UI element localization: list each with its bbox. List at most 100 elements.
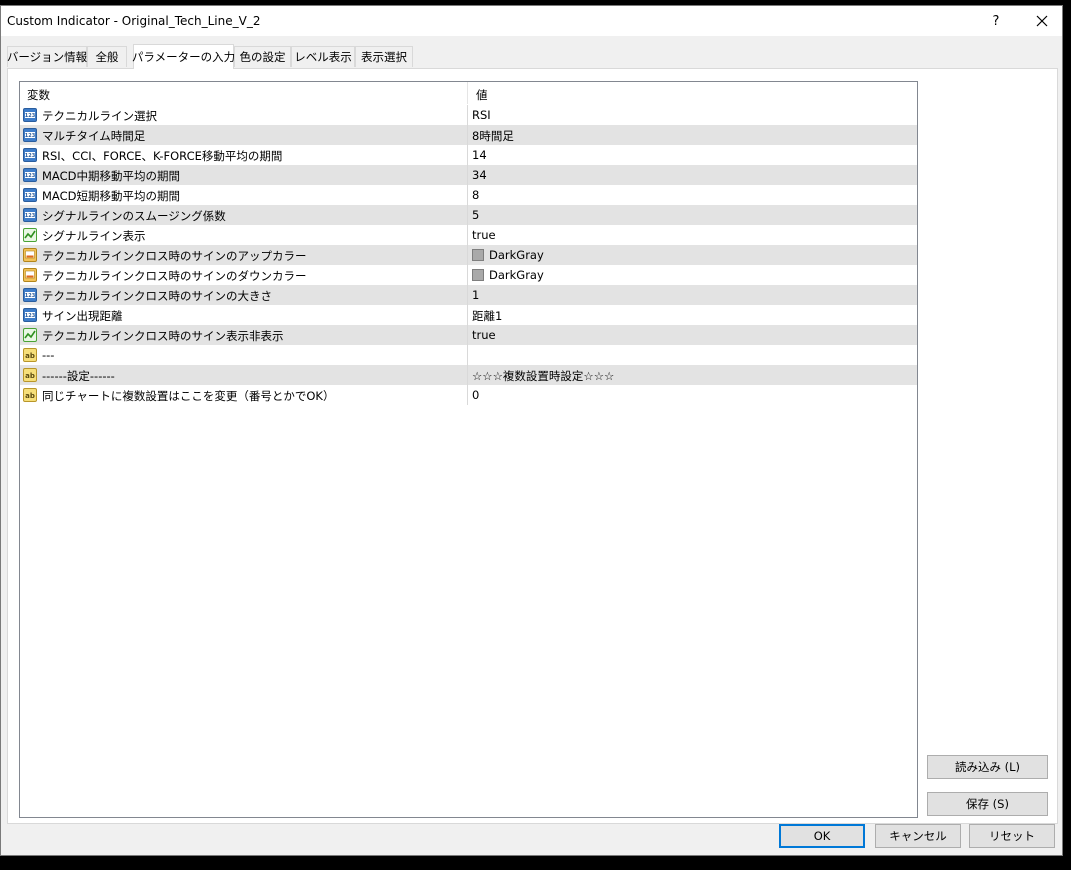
variable-name: マルチタイム時間足 <box>42 129 146 143</box>
custom-indicator-dialog: Custom Indicator - Original_Tech_Line_V_… <box>0 5 1063 856</box>
variable-name: 同じチャートに複数設置はここを変更（番号とかでOK） <box>42 389 335 403</box>
column-header-variable[interactable]: 変数 <box>27 87 50 103</box>
variable-cell[interactable]: 123 サイン出現距離 <box>20 305 468 325</box>
variable-name: MACD短期移動平均の期間 <box>42 189 180 203</box>
table-header: 変数 値 <box>20 82 917 104</box>
parameters-panel: 変数 値 123 テクニカルライン選択 RSI 123 マルチタイム時間足 8時間足 123… <box>7 68 1058 824</box>
variable-name: テクニカルラインクロス時のサインのアップカラー <box>42 249 307 263</box>
variable-cell[interactable]: シグナルライン表示 <box>20 225 468 245</box>
variable-name: サイン出現距離 <box>42 309 123 323</box>
integer-param-icon: 123 <box>23 188 37 202</box>
value-cell[interactable]: true <box>472 328 496 342</box>
variable-name: RSI、CCI、FORCE、K-FORCE移動平均の期間 <box>42 149 283 163</box>
table-row[interactable]: ab ------設定------ ☆☆☆複数設置時設定☆☆☆ <box>20 365 917 385</box>
variable-name: シグナルライン表示 <box>42 229 146 243</box>
tab-general[interactable]: 全般 <box>87 46 127 67</box>
variable-name: テクニカルライン選択 <box>42 109 157 123</box>
string-param-icon: ab <box>23 348 37 362</box>
table-row[interactable]: テクニカルラインクロス時のサインのダウンカラー DarkGray <box>20 265 917 285</box>
value-cell[interactable]: 8時間足 <box>472 128 514 144</box>
variable-cell[interactable]: 123 テクニカルラインクロス時のサインの大きさ <box>20 285 468 305</box>
title-bar: Custom Indicator - Original_Tech_Line_V_… <box>1 6 1062 36</box>
svg-text:123: 123 <box>25 193 36 199</box>
value-cell[interactable]: 34 <box>472 168 487 182</box>
svg-text:123: 123 <box>25 173 36 179</box>
integer-param-icon: 123 <box>23 148 37 162</box>
value-cell[interactable]: 5 <box>472 208 479 222</box>
variable-cell[interactable]: 123 テクニカルライン選択 <box>20 105 468 125</box>
variable-cell[interactable]: ab --- <box>20 345 468 365</box>
svg-text:123: 123 <box>25 113 36 119</box>
variable-cell[interactable]: 123 マルチタイム時間足 <box>20 125 468 145</box>
save-button[interactable]: 保存 (S) <box>927 792 1048 816</box>
variable-cell[interactable]: 123 RSI、CCI、FORCE、K-FORCE移動平均の期間 <box>20 145 468 165</box>
table-row[interactable]: 123 シグナルラインのスムージング係数 5 <box>20 205 917 225</box>
svg-text:123: 123 <box>25 213 36 219</box>
help-button[interactable]: ? <box>973 6 1019 36</box>
tab-version-info[interactable]: バージョン情報 <box>7 46 87 67</box>
value-cell[interactable]: 0 <box>472 388 479 402</box>
variable-name: テクニカルラインクロス時のサイン表示非表示 <box>42 329 284 343</box>
load-button[interactable]: 読み込み (L) <box>927 755 1048 779</box>
column-header-value[interactable]: 値 <box>476 87 488 103</box>
variable-name: MACD中期移動平均の期間 <box>42 169 180 183</box>
color-param-icon <box>23 248 37 262</box>
reset-button[interactable]: リセット <box>969 824 1055 848</box>
column-divider[interactable] <box>467 82 468 104</box>
tab-colors[interactable]: 色の設定 <box>234 46 291 67</box>
value-cell[interactable]: RSI <box>472 108 491 122</box>
string-param-icon: ab <box>23 388 37 402</box>
value-cell[interactable]: 8 <box>472 188 479 202</box>
variable-name: --- <box>42 348 55 362</box>
table-row[interactable]: テクニカルラインクロス時のサインのアップカラー DarkGray <box>20 245 917 265</box>
value-cell[interactable]: DarkGray <box>489 248 544 262</box>
value-cell[interactable]: 距離1 <box>472 308 502 324</box>
svg-text:ab: ab <box>25 372 35 380</box>
svg-text:123: 123 <box>25 133 36 139</box>
table-row[interactable]: 123 テクニカルラインクロス時のサインの大きさ 1 <box>20 285 917 305</box>
variable-name: テクニカルラインクロス時のサインの大きさ <box>42 289 272 303</box>
variable-cell[interactable]: テクニカルラインクロス時のサイン表示非表示 <box>20 325 468 345</box>
svg-text:123: 123 <box>25 313 36 319</box>
variable-cell[interactable]: テクニカルラインクロス時のサインのダウンカラー <box>20 265 468 285</box>
table-row[interactable]: 123 テクニカルライン選択 RSI <box>20 105 917 125</box>
table-row[interactable]: シグナルライン表示 true <box>20 225 917 245</box>
integer-param-icon: 123 <box>23 168 37 182</box>
tab-levels[interactable]: レベル表示 <box>291 46 355 67</box>
tab-input-parameters[interactable]: パラメーターの入力 <box>132 44 235 69</box>
integer-param-icon: 123 <box>23 128 37 142</box>
close-button[interactable] <box>1019 6 1064 36</box>
color-swatch <box>472 249 484 261</box>
table-row[interactable]: 123 サイン出現距離 距離1 <box>20 305 917 325</box>
value-cell[interactable]: true <box>472 228 496 242</box>
variable-cell[interactable]: ab 同じチャートに複数設置はここを変更（番号とかでOK） <box>20 385 468 405</box>
ok-button[interactable]: OK <box>779 824 865 848</box>
table-row[interactable]: 123 MACD短期移動平均の期間 8 <box>20 185 917 205</box>
variable-cell[interactable]: 123 シグナルラインのスムージング係数 <box>20 205 468 225</box>
svg-text:ab: ab <box>25 352 35 360</box>
value-cell[interactable]: 1 <box>472 288 479 302</box>
bool-param-icon <box>23 328 37 342</box>
value-cell[interactable]: 14 <box>472 148 487 162</box>
variable-cell[interactable]: テクニカルラインクロス時のサインのアップカラー <box>20 245 468 265</box>
table-row[interactable]: ab --- <box>20 345 917 365</box>
svg-text:123: 123 <box>25 293 36 299</box>
table-row[interactable]: 123 マルチタイム時間足 8時間足 <box>20 125 917 145</box>
value-cell[interactable]: DarkGray <box>489 268 544 282</box>
variable-cell[interactable]: 123 MACD中期移動平均の期間 <box>20 165 468 185</box>
integer-param-icon: 123 <box>23 308 37 322</box>
integer-param-icon: 123 <box>23 288 37 302</box>
variable-cell[interactable]: ab ------設定------ <box>20 365 468 385</box>
table-row[interactable]: ab 同じチャートに複数設置はここを変更（番号とかでOK） 0 <box>20 385 917 405</box>
tab-visualization[interactable]: 表示選択 <box>355 46 413 67</box>
svg-text:123: 123 <box>25 153 36 159</box>
variable-name: テクニカルラインクロス時のサインのダウンカラー <box>42 269 307 283</box>
table-row[interactable]: テクニカルラインクロス時のサイン表示非表示 true <box>20 325 917 345</box>
table-row[interactable]: 123 RSI、CCI、FORCE、K-FORCE移動平均の期間 14 <box>20 145 917 165</box>
table-row[interactable]: 123 MACD中期移動平均の期間 34 <box>20 165 917 185</box>
cancel-button[interactable]: キャンセル <box>875 824 961 848</box>
color-swatch <box>472 269 484 281</box>
value-cell[interactable]: ☆☆☆複数設置時設定☆☆☆ <box>472 368 614 384</box>
variable-cell[interactable]: 123 MACD短期移動平均の期間 <box>20 185 468 205</box>
integer-param-icon: 123 <box>23 208 37 222</box>
